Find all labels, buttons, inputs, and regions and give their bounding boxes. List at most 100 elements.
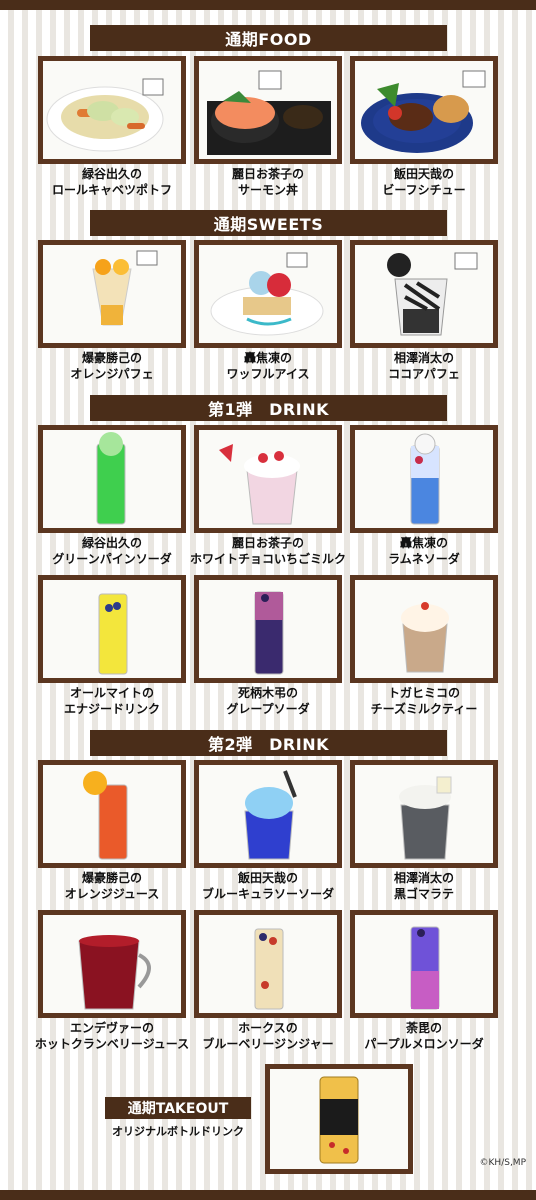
item-label-d2a: 爆豪勝己のオレンジジュース xyxy=(32,870,192,902)
item-photo-food3[interactable] xyxy=(350,56,498,164)
item-photo-d1c[interactable] xyxy=(350,425,498,533)
item-label-food3: 飯田天哉のビーフシチュー xyxy=(344,166,504,198)
item-label-line1: 爆豪勝己の xyxy=(81,871,142,885)
item-label-d2b: 飯田天哉のブルーキュラソーソーダ xyxy=(188,870,348,902)
item-label-line1: 轟焦凍の xyxy=(243,351,292,365)
purple-melon-soda-image xyxy=(410,926,440,1010)
item-label-line1: 麗日お茶子の xyxy=(231,167,304,181)
item-label-line2: グレープソーダ xyxy=(226,702,310,716)
item-label-line2: ココアパフェ xyxy=(388,367,460,381)
item-label-line1: エンデヴァーの xyxy=(69,1021,154,1035)
item-label-line2: パープルメロンソーダ xyxy=(364,1037,484,1051)
item-label-d1a: 緑谷出久のグリーンパインソーダ xyxy=(32,535,192,567)
item-label-d1e: 死柄木弔のグレープソーダ xyxy=(188,685,348,717)
item-label-line1: 飯田天哉の xyxy=(393,167,454,181)
orange-juice-image xyxy=(83,771,128,860)
bottom-band xyxy=(0,1190,536,1200)
item-label-d2c: 相澤消太の黒ゴマラテ xyxy=(344,870,504,902)
item-label-line1: 緑谷出久の xyxy=(81,167,142,181)
item-label-line2: エナジードリンク xyxy=(63,702,160,716)
salmon-bowl-image xyxy=(207,70,331,155)
item-photo-sweet2[interactable] xyxy=(194,240,342,348)
item-label-d1b: 麗日お茶子のホワイトチョコいちごミルク xyxy=(188,535,348,567)
soup-plate-image xyxy=(46,78,164,152)
item-label-line1: 轟焦凍の xyxy=(399,536,448,550)
item-label-d2f: 荼毘のパープルメロンソーダ xyxy=(344,1020,504,1052)
item-label-line1: 麗日お茶子の xyxy=(231,536,304,550)
copyright-text: ©KH/S,MP xyxy=(479,1158,526,1168)
item-label-sweet1: 爆豪勝己のオレンジパフェ xyxy=(32,350,192,382)
item-label-d1d: オールマイトの エナジードリンク xyxy=(32,685,192,717)
blue-curacao-soda-image xyxy=(244,770,297,860)
item-photo-d1b[interactable] xyxy=(194,425,342,533)
item-label-line2: ブルーベリージンジャー xyxy=(202,1037,334,1051)
item-photo-d1e[interactable] xyxy=(194,575,342,683)
item-label-line2: サーモン丼 xyxy=(237,183,298,197)
top-band xyxy=(0,0,536,10)
cocoa-parfait-image xyxy=(387,252,478,336)
item-label-line2: ホットクランベリージュース xyxy=(34,1037,190,1051)
item-photo-d1f[interactable] xyxy=(350,575,498,683)
item-label-sweet2: 轟焦凍のワッフルアイス xyxy=(188,350,348,382)
item-label-line1: 死柄木弔の xyxy=(237,686,298,700)
item-label-sweet3: 相澤消太のココアパフェ xyxy=(344,350,504,382)
section-header-drink2: 第2弾 DRINK xyxy=(90,730,447,756)
item-photo-d2c[interactable] xyxy=(350,760,498,868)
item-label-line2: ラムネソーダ xyxy=(388,552,460,566)
item-label-line1: オールマイトの xyxy=(69,686,154,700)
item-label-line1: 相澤消太の xyxy=(393,871,454,885)
item-label-food1: 緑谷出久のロールキャベツポトフ xyxy=(32,166,192,198)
section-header-takeout: 通期TAKEOUT xyxy=(105,1097,251,1119)
item-label-line2: ロールキャベツポトフ xyxy=(51,183,172,197)
item-photo-d1d[interactable] xyxy=(38,575,186,683)
black-sesame-latte-image xyxy=(399,776,452,860)
item-photo-d1a[interactable] xyxy=(38,425,186,533)
grape-soda-image xyxy=(254,591,284,675)
item-label-line1: トガヒミコの xyxy=(387,686,460,700)
item-photo-food2[interactable] xyxy=(194,56,342,164)
item-photo-d2f[interactable] xyxy=(350,910,498,1018)
item-photo-sweet3[interactable] xyxy=(350,240,498,348)
section-header-drink1: 第1弾 DRINK xyxy=(90,395,447,421)
item-photo-d2b[interactable] xyxy=(194,760,342,868)
item-label-line1: ホークスの xyxy=(238,1021,298,1035)
item-label-d1c: 轟焦凍のラムネソーダ xyxy=(344,535,504,567)
item-photo-d2e[interactable] xyxy=(194,910,342,1018)
item-label-line1: 荼毘の xyxy=(405,1021,442,1035)
item-label-takeout: オリジナルボトルドリンク xyxy=(112,1125,244,1138)
item-label-d2d: エンデヴァーのホットクランベリージュース xyxy=(32,1020,192,1052)
item-label-line2: チーズミルクティー xyxy=(370,702,478,716)
beef-stew-image xyxy=(361,70,486,153)
item-label-line2: グリーンパインソーダ xyxy=(52,552,172,566)
item-label-line2: ワッフルアイス xyxy=(226,367,310,381)
bottle-drink-image xyxy=(319,1076,359,1164)
item-label-line2: ホワイトチョコいちごミルク xyxy=(189,552,346,566)
strawberry-milk-image xyxy=(219,444,300,525)
item-photo-d2a[interactable] xyxy=(38,760,186,868)
item-label-d2e: ホークスのブルーベリージンジャー xyxy=(188,1020,348,1052)
green-soda-image xyxy=(96,432,126,525)
hot-cranberry-juice-image xyxy=(78,935,151,1010)
item-label-line1: 飯田天哉の xyxy=(237,871,298,885)
section-header-sweets: 通期SWEETS xyxy=(90,210,447,236)
ramune-soda-image xyxy=(410,433,440,525)
item-label-line2: オレンジパフェ xyxy=(70,367,154,381)
item-label-d1f: トガヒミコのチーズミルクティー xyxy=(344,685,504,717)
item-photo-takeout[interactable] xyxy=(265,1064,413,1174)
blueberry-ginger-image xyxy=(254,928,284,1010)
item-label-line2: ブルーキュラソーソーダ xyxy=(201,887,334,901)
item-photo-d2d[interactable] xyxy=(38,910,186,1018)
orange-parfait-image xyxy=(92,250,158,326)
cheese-milk-tea-image xyxy=(401,602,449,673)
item-label-line2: 黒ゴマラテ xyxy=(393,887,454,901)
item-label-line1: 爆豪勝己の xyxy=(81,351,142,365)
item-label-line2: オレンジジュース xyxy=(64,887,160,901)
item-label-line2: ビーフシチュー xyxy=(382,183,466,197)
section-header-food: 通期FOOD xyxy=(90,25,447,51)
item-photo-food1[interactable] xyxy=(38,56,186,164)
item-photo-sweet1[interactable] xyxy=(38,240,186,348)
waffle-ice-image xyxy=(210,252,324,336)
energy-drink-image xyxy=(98,593,128,675)
item-label-line1: 相澤消太の xyxy=(393,351,454,365)
item-label-line1: 緑谷出久の xyxy=(81,536,142,550)
